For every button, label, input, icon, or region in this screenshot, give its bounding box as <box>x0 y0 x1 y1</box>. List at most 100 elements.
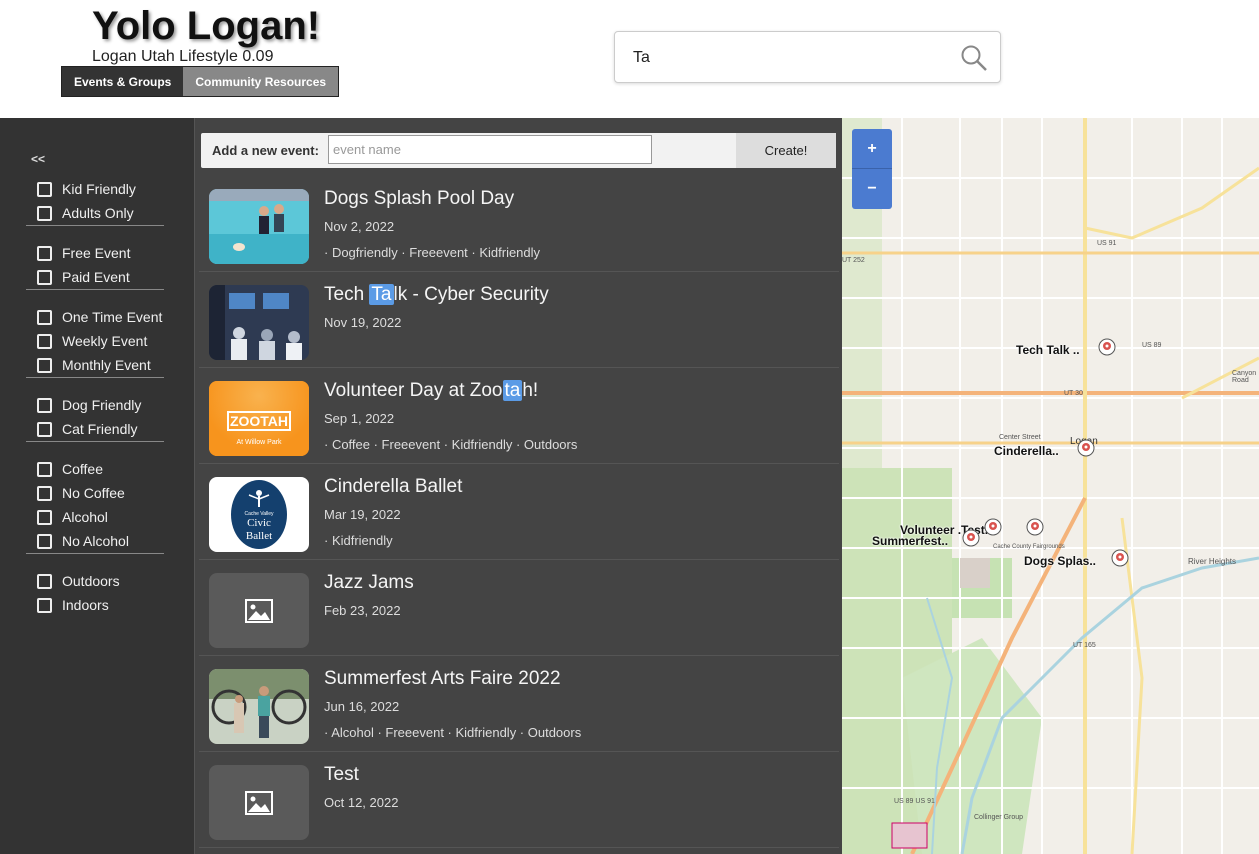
filter-kid-friendly[interactable]: Kid Friendly <box>26 177 164 201</box>
filter-coffee[interactable]: Coffee <box>26 457 164 481</box>
filter-free-event[interactable]: Free Event <box>26 241 164 265</box>
map-marker-icon[interactable] <box>1098 338 1116 356</box>
filter-paid-event[interactable]: Paid Event <box>26 265 164 289</box>
filter-sidebar: << Kid Friendly Adults Only Free Event P… <box>0 118 194 854</box>
filter-group-pets: Dog Friendly Cat Friendly <box>26 393 164 442</box>
checkbox-icon[interactable] <box>37 205 52 221</box>
event-item[interactable]: Test Oct 12, 2022 <box>199 754 839 848</box>
main-tabs: Events & Groups Community Resources <box>61 66 340 97</box>
filter-adults-only[interactable]: Adults Only <box>26 201 164 225</box>
event-title[interactable]: Tech Ta lk - Cyber Security <box>324 284 549 306</box>
map-marker-icon[interactable] <box>962 529 980 547</box>
search-box <box>614 31 1001 83</box>
filter-label: Kid Friendly <box>62 181 136 197</box>
map-street-label: Canyon Road <box>1232 370 1257 384</box>
site-title[interactable]: Yolo Logan! <box>92 4 320 48</box>
filter-label: Monthly Event <box>62 357 151 373</box>
checkbox-icon[interactable] <box>37 309 52 325</box>
filter-alcohol[interactable]: Alcohol <box>26 505 164 529</box>
checkbox-icon[interactable] <box>37 509 52 525</box>
filter-outdoors[interactable]: Outdoors <box>26 569 164 593</box>
filter-label: Outdoors <box>62 573 120 589</box>
checkbox-icon[interactable] <box>37 245 52 261</box>
event-title[interactable]: Dogs Splash Pool Day <box>324 188 514 210</box>
checkbox-icon[interactable] <box>37 269 52 285</box>
event-date: Sep 1, 2022 <box>324 411 395 426</box>
filter-no-alcohol[interactable]: No Alcohol <box>26 529 164 553</box>
filter-no-coffee[interactable]: No Coffee <box>26 481 164 505</box>
filter-label: No Alcohol <box>62 533 129 549</box>
map-label-cinderella[interactable]: Cinderella.. <box>994 444 1059 458</box>
map-label-dogs-splash[interactable]: Dogs Splas.. <box>1024 554 1096 568</box>
event-tags: · Alcohol · Freeevent · Kidfriendly · Ou… <box>324 725 582 740</box>
fair-photo <box>209 669 309 744</box>
brand[interactable]: Yolo Logan! Logan Utah Lifestyle 0.09 <box>92 4 320 66</box>
event-item[interactable]: Summerfest Arts Faire 2022 Jun 16, 2022 … <box>199 658 839 752</box>
event-title[interactable]: Summerfest Arts Faire 2022 <box>324 668 561 690</box>
checkbox-icon[interactable] <box>37 597 52 613</box>
event-item[interactable]: Cache Valley Civic Ballet Cinderella Bal… <box>199 466 839 560</box>
event-date: Feb 23, 2022 <box>324 603 401 618</box>
ballet-main-text: Civic <box>247 517 271 529</box>
event-date: Jun 16, 2022 <box>324 699 400 714</box>
map-street-label: Collinger Group <box>974 814 1024 821</box>
collapse-sidebar-button[interactable]: << <box>31 152 45 166</box>
image-placeholder-icon <box>245 790 273 815</box>
checkbox-icon[interactable] <box>37 461 52 477</box>
event-thumbnail <box>209 285 309 360</box>
zoom-out-button[interactable]: − <box>852 169 892 209</box>
create-event-button[interactable]: Create! <box>736 133 836 168</box>
events-map[interactable]: + − US 91 US 89 UT 30 UT 252 Center Stre… <box>842 118 1259 854</box>
event-title[interactable]: Jazz Jams <box>324 572 414 594</box>
event-tags: · Kidfriendly <box>324 533 393 548</box>
search-icon[interactable] <box>960 44 988 72</box>
event-name-input[interactable] <box>328 135 652 164</box>
site-subtitle: Logan Utah Lifestyle 0.09 <box>92 48 274 65</box>
filter-monthly-event[interactable]: Monthly Event <box>26 353 164 377</box>
checkbox-icon[interactable] <box>37 397 52 413</box>
tab-events-groups[interactable]: Events & Groups <box>62 67 184 96</box>
map-marker-icon[interactable] <box>984 518 1002 536</box>
event-thumbnail <box>209 189 309 264</box>
map-marker-icon[interactable] <box>1077 439 1095 457</box>
event-date: Oct 12, 2022 <box>324 795 399 810</box>
filter-group-age: Kid Friendly Adults Only <box>26 177 164 226</box>
tab-community-resources[interactable]: Community Resources <box>183 67 339 96</box>
event-thumbnail <box>209 669 309 744</box>
checkbox-icon[interactable] <box>37 485 52 501</box>
event-item[interactable]: ZOOTAH At Willow Park Volunteer Day at Z… <box>199 370 839 464</box>
zoom-in-button[interactable]: + <box>852 129 892 169</box>
filter-weekly-event[interactable]: Weekly Event <box>26 329 164 353</box>
image-placeholder-icon <box>245 598 273 623</box>
filter-label: Dog Friendly <box>62 397 142 413</box>
map-label-summerfest[interactable]: Summerfest.. <box>872 534 948 548</box>
event-thumbnail <box>209 765 309 840</box>
event-title[interactable]: Cinderella Ballet <box>324 476 462 498</box>
checkbox-icon[interactable] <box>37 357 52 373</box>
event-item[interactable]: Jazz Jams Feb 23, 2022 <box>199 562 839 656</box>
map-label-tech-talk[interactable]: Tech Talk .. <box>1016 343 1080 357</box>
filter-cat-friendly[interactable]: Cat Friendly <box>26 417 164 441</box>
filter-label: Cat Friendly <box>62 421 138 437</box>
checkbox-icon[interactable] <box>37 533 52 549</box>
event-title[interactable]: Test <box>324 764 359 786</box>
add-event-label: Add a new event: <box>212 143 319 158</box>
event-item[interactable]: Tech Ta lk - Cyber Security Nov 19, 2022 <box>199 274 839 368</box>
event-thumbnail <box>209 573 309 648</box>
checkbox-icon[interactable] <box>37 181 52 197</box>
add-event-bar: Add a new event: Create! <box>201 133 836 168</box>
checkbox-icon[interactable] <box>37 421 52 437</box>
filter-one-time-event[interactable]: One Time Event <box>26 305 164 329</box>
event-item[interactable]: Dogs Splash Pool Day Nov 2, 2022 · Dogfr… <box>199 178 839 272</box>
map-marker-icon[interactable] <box>1026 518 1044 536</box>
checkbox-icon[interactable] <box>37 573 52 589</box>
filter-label: Alcohol <box>62 509 108 525</box>
checkbox-icon[interactable] <box>37 333 52 349</box>
zootah-subtitle: At Willow Park <box>236 439 282 446</box>
filter-label: Weekly Event <box>62 333 148 349</box>
filter-indoors[interactable]: Indoors <box>26 593 164 617</box>
map-marker-icon[interactable] <box>1111 549 1129 567</box>
event-title[interactable]: Volunteer Day at Zoo ta h! <box>324 380 538 402</box>
filter-dog-friendly[interactable]: Dog Friendly <box>26 393 164 417</box>
search-input[interactable] <box>633 46 933 70</box>
